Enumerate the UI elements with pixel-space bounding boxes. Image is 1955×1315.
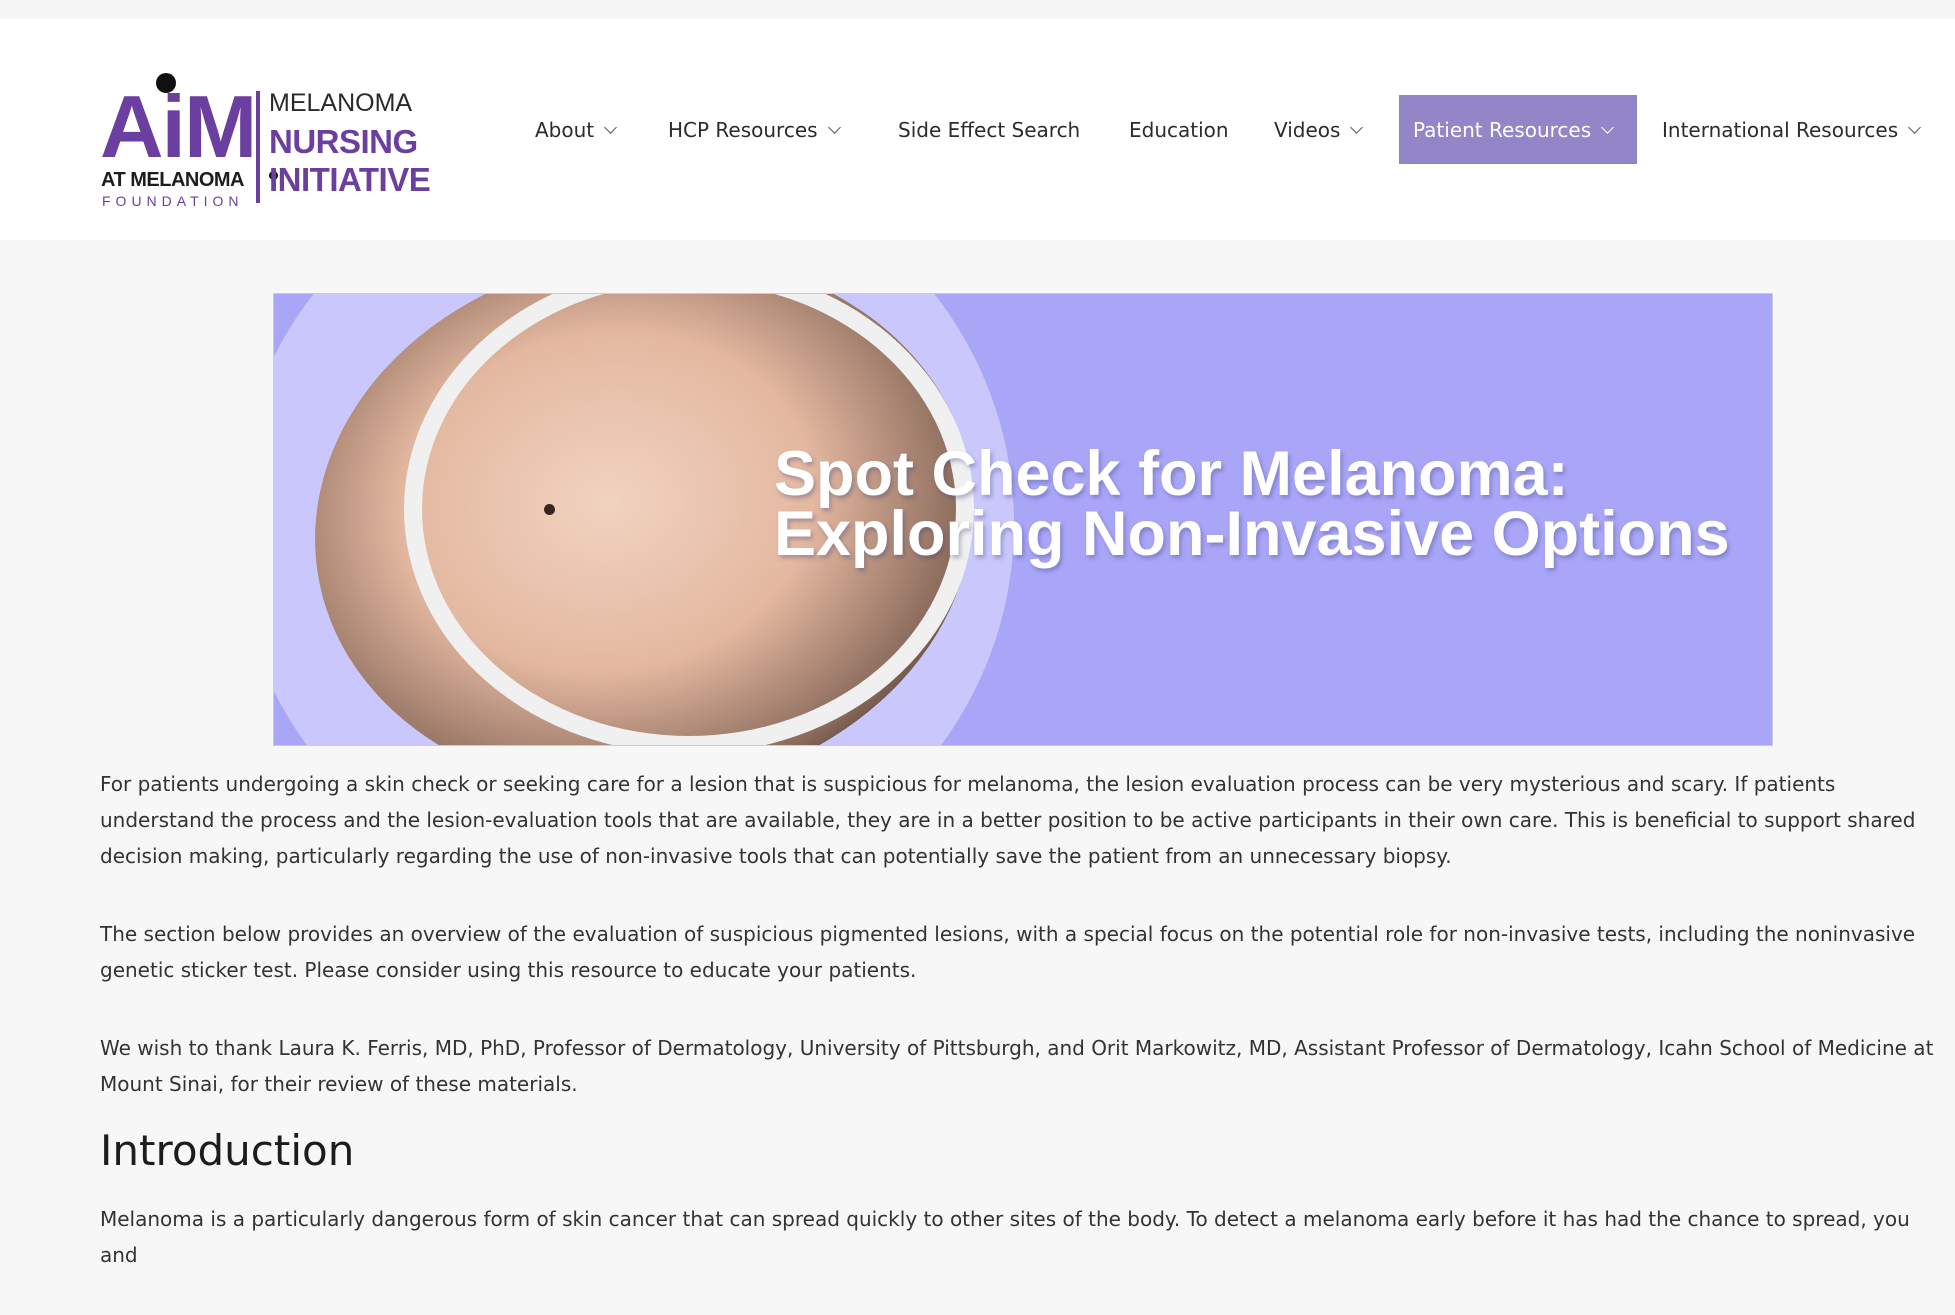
nav-item-label: About	[535, 117, 595, 142]
introduction-paragraph: Melanoma is a particularly dangerous for…	[100, 1207, 1910, 1267]
logo-at-melanoma: AT MELANOMA	[101, 169, 245, 191]
site-header: AiM AT MELANOMA FOUNDATION MELANOMA NURS…	[0, 19, 1955, 240]
intro-paragraph-1: For patients undergoing a skin check or …	[100, 772, 1916, 868]
logo-line-nursing: NURSING	[269, 123, 418, 160]
introduction-heading: Introduction	[100, 1126, 355, 1175]
nav-item-international-resources[interactable]: International Resources	[1662, 95, 1922, 164]
chevron-down-icon	[604, 121, 618, 134]
logo-aim-text: AiM	[100, 77, 257, 176]
nav-item-label: International Resources	[1662, 117, 1899, 142]
banner-mole-spot	[544, 504, 555, 515]
nav-item-label: Side Effect Search	[898, 117, 1081, 142]
logo-line-melanoma: MELANOMA	[269, 89, 413, 117]
top-strip	[0, 0, 1955, 19]
chevron-down-icon	[827, 121, 841, 134]
acknowledgement-paragraph: We wish to thank Laura K. Ferris, MD, Ph…	[100, 1036, 1934, 1096]
nav-item-label: Patient Resources	[1413, 117, 1592, 142]
nav-item-videos[interactable]: Videos	[1274, 95, 1364, 164]
chevron-down-icon	[1350, 121, 1364, 134]
logo-line-initiative: INITIATIVE	[269, 161, 431, 198]
nav-item-label: Education	[1129, 117, 1229, 142]
nav-item-education[interactable]: Education	[1129, 95, 1229, 164]
banner-title: Spot Check for Melanoma: Exploring Non-I…	[774, 443, 1754, 566]
nav-item-label: HCP Resources	[668, 117, 818, 142]
logo-dot-icon	[156, 73, 176, 93]
logo-divider	[256, 91, 260, 203]
nav-item-label: Videos	[1274, 117, 1341, 142]
site-logo[interactable]: AiM AT MELANOMA FOUNDATION MELANOMA NURS…	[100, 73, 431, 211]
chevron-down-icon	[1908, 121, 1922, 134]
nav-item-patient-resources[interactable]: Patient Resources	[1399, 95, 1637, 164]
banner-title-line2: Exploring Non-Invasive Options	[774, 499, 1730, 569]
nav-item-side-effect-search[interactable]: Side Effect Search	[898, 95, 1080, 164]
hero-banner: Spot Check for Melanoma: Exploring Non-I…	[273, 293, 1773, 746]
article-content: For patients undergoing a skin check or …	[100, 766, 1936, 1315]
nav-item-about[interactable]: About	[535, 95, 618, 164]
intro-paragraph-2: The section below provides an overview o…	[100, 922, 1916, 982]
logo-foundation: FOUNDATION	[102, 193, 244, 209]
chevron-down-icon	[1601, 121, 1615, 134]
nav-item-hcp-resources[interactable]: HCP Resources	[668, 95, 841, 164]
